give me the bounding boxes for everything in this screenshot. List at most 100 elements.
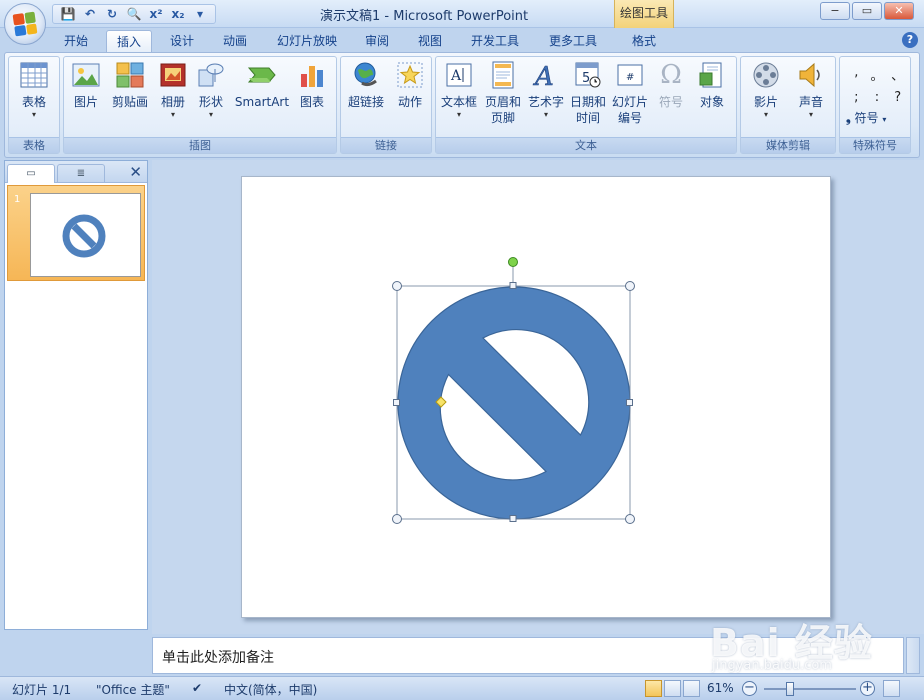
dropdown-arrow-icon: ▾	[170, 110, 175, 119]
office-button[interactable]	[4, 3, 46, 45]
hyperlink-button[interactable]: 超链接	[343, 60, 389, 110]
shapes-button[interactable]: 形状 ▾	[194, 60, 228, 120]
ribbon: 表格 ▾ 表格 图片 剪贴画 相册 ▾ 形状 ▾ SmartArt 图表 插图 …	[4, 52, 920, 158]
tab-design[interactable]: 设计	[160, 30, 204, 52]
spell-check-icon[interactable]: ✔	[192, 681, 202, 695]
tab-insert[interactable]: 插入	[106, 30, 152, 52]
language-indicator[interactable]: 中文(简体，中国)	[224, 681, 317, 698]
zoom-slider[interactable]	[764, 688, 856, 690]
punct-semicolon[interactable]: ;	[846, 90, 867, 105]
object-button[interactable]: 对象	[692, 60, 732, 110]
minimize-button[interactable]: −	[820, 2, 850, 20]
tab-animations[interactable]: 动画	[213, 30, 257, 52]
fit-to-window-icon[interactable]	[883, 680, 900, 697]
film-reel-icon	[751, 60, 781, 90]
dropdown-arrow-icon: ▾	[763, 110, 768, 119]
theme-name[interactable]: "Office 主题"	[96, 681, 170, 698]
chart-label: 图表	[299, 95, 324, 109]
slideshow-view-button[interactable]	[683, 680, 700, 697]
chart-icon	[297, 60, 327, 90]
zoom-in-icon[interactable]: +	[860, 681, 875, 696]
sound-button[interactable]: 声音 ▾	[791, 60, 831, 120]
photo-album-label: 相册	[160, 95, 185, 109]
speaker-icon	[796, 60, 826, 90]
slides-panel: ▭ ≣ ✕ 1	[4, 160, 148, 630]
zoom-out-icon[interactable]: −	[742, 681, 757, 696]
customize-qat-icon[interactable]: ▾	[191, 6, 209, 22]
dropdown-arrow-icon: ▾	[208, 110, 213, 119]
punct-comma[interactable]: ,	[846, 65, 867, 84]
smartart-button[interactable]: SmartArt	[234, 60, 290, 110]
drawing-tools-contextual-tab: 绘图工具	[614, 0, 674, 28]
special-symbol-button[interactable]: ❟ 符号 ▾	[846, 109, 886, 126]
tab-review[interactable]: 审阅	[355, 30, 399, 52]
slide-sorter-view-button[interactable]	[664, 680, 681, 697]
print-preview-icon[interactable]: 🔍	[125, 6, 143, 22]
undo-icon[interactable]: ↶	[81, 6, 99, 22]
calendar-icon: 5	[573, 60, 603, 90]
textbox-label: 文本框	[440, 95, 477, 109]
smartart-icon	[247, 60, 277, 90]
chart-button[interactable]: 图表	[294, 60, 330, 110]
subscript-icon[interactable]: x₂	[169, 6, 187, 22]
clipart-button[interactable]: 剪贴画	[108, 60, 152, 110]
hyperlink-globe-icon	[351, 60, 381, 90]
group-illustrations: 图片 剪贴画 相册 ▾ 形状 ▾ SmartArt 图表 插图	[63, 56, 337, 154]
movie-button[interactable]: 影片 ▾	[745, 60, 787, 120]
shapes-label: 形状	[198, 95, 223, 109]
notes-scrollbar[interactable]	[906, 637, 920, 674]
slide-number-button[interactable]: # 幻灯片 编号	[610, 60, 650, 126]
photo-album-icon	[158, 60, 188, 90]
slide-canvas[interactable]	[241, 176, 831, 618]
picture-button[interactable]: 图片	[68, 60, 104, 110]
tab-format[interactable]: 格式	[620, 30, 668, 52]
object-label: 对象	[699, 95, 724, 109]
photo-album-button[interactable]: 相册 ▾	[156, 60, 190, 120]
punct-enum-comma[interactable]: 、	[887, 65, 908, 84]
slide-counter: 幻灯片 1/1	[12, 683, 72, 697]
tab-developer[interactable]: 开发工具	[462, 30, 528, 52]
header-footer-icon	[488, 60, 518, 90]
help-icon[interactable]: ?	[902, 32, 918, 48]
action-button[interactable]: 动作	[391, 60, 429, 110]
save-icon[interactable]: 💾	[59, 6, 77, 22]
tab-view[interactable]: 视图	[408, 30, 452, 52]
zoom-slider-thumb[interactable]	[786, 682, 795, 696]
header-footer-button[interactable]: 页眉和 页脚	[482, 60, 524, 126]
no-symbol-shape[interactable]	[242, 177, 832, 619]
svg-text:5: 5	[582, 71, 590, 86]
symbol-button-disabled[interactable]: Ω 符号	[652, 60, 690, 110]
wordart-button[interactable]: A 艺术字 ▾	[526, 60, 566, 120]
redo-icon[interactable]: ↻	[103, 6, 121, 22]
group-label-special-symbols: 特殊符号	[840, 137, 910, 153]
tab-slideshow[interactable]: 幻灯片放映	[270, 30, 344, 52]
restore-button[interactable]: ▭	[852, 2, 882, 20]
slide-thumbnail-selected[interactable]: 1	[7, 185, 145, 281]
punct-colon[interactable]: :	[867, 90, 888, 105]
date-time-button[interactable]: 5 日期和 时间	[568, 60, 608, 126]
textbox-button[interactable]: A 文本框 ▾	[438, 60, 480, 120]
picture-label: 图片	[73, 95, 98, 109]
thumbnail-no-symbol-shape	[62, 214, 106, 258]
zoom-level[interactable]: 61%	[707, 681, 734, 695]
punct-period[interactable]: 。	[867, 65, 888, 84]
close-panel-icon[interactable]: ✕	[129, 163, 142, 181]
dropdown-arrow-icon: ▾	[808, 110, 813, 119]
clipart-label: 剪贴画	[111, 95, 148, 109]
superscript-icon[interactable]: x²	[147, 6, 165, 22]
tab-more-tools[interactable]: 更多工具	[540, 30, 606, 52]
wordart-label: 艺术字	[527, 95, 564, 109]
normal-view-button[interactable]	[645, 680, 662, 697]
window-title: 演示文稿1 - Microsoft PowerPoint	[320, 9, 529, 24]
close-button[interactable]: ✕	[884, 2, 914, 20]
dropdown-arrow-icon: ▾	[31, 110, 36, 119]
slide-number: 1	[14, 194, 21, 205]
table-button[interactable]: 表格 ▾	[15, 60, 53, 120]
tab-home[interactable]: 开始	[54, 30, 98, 52]
punct-question[interactable]: ?	[887, 90, 908, 105]
slides-tab[interactable]: ▭	[7, 164, 55, 183]
outline-tab[interactable]: ≣	[57, 164, 105, 183]
baidu-watermark-url: jingyan.baidu.com	[712, 658, 832, 673]
group-links: 超链接 动作 链接	[340, 56, 432, 154]
symbol-label: 符号	[658, 95, 683, 109]
